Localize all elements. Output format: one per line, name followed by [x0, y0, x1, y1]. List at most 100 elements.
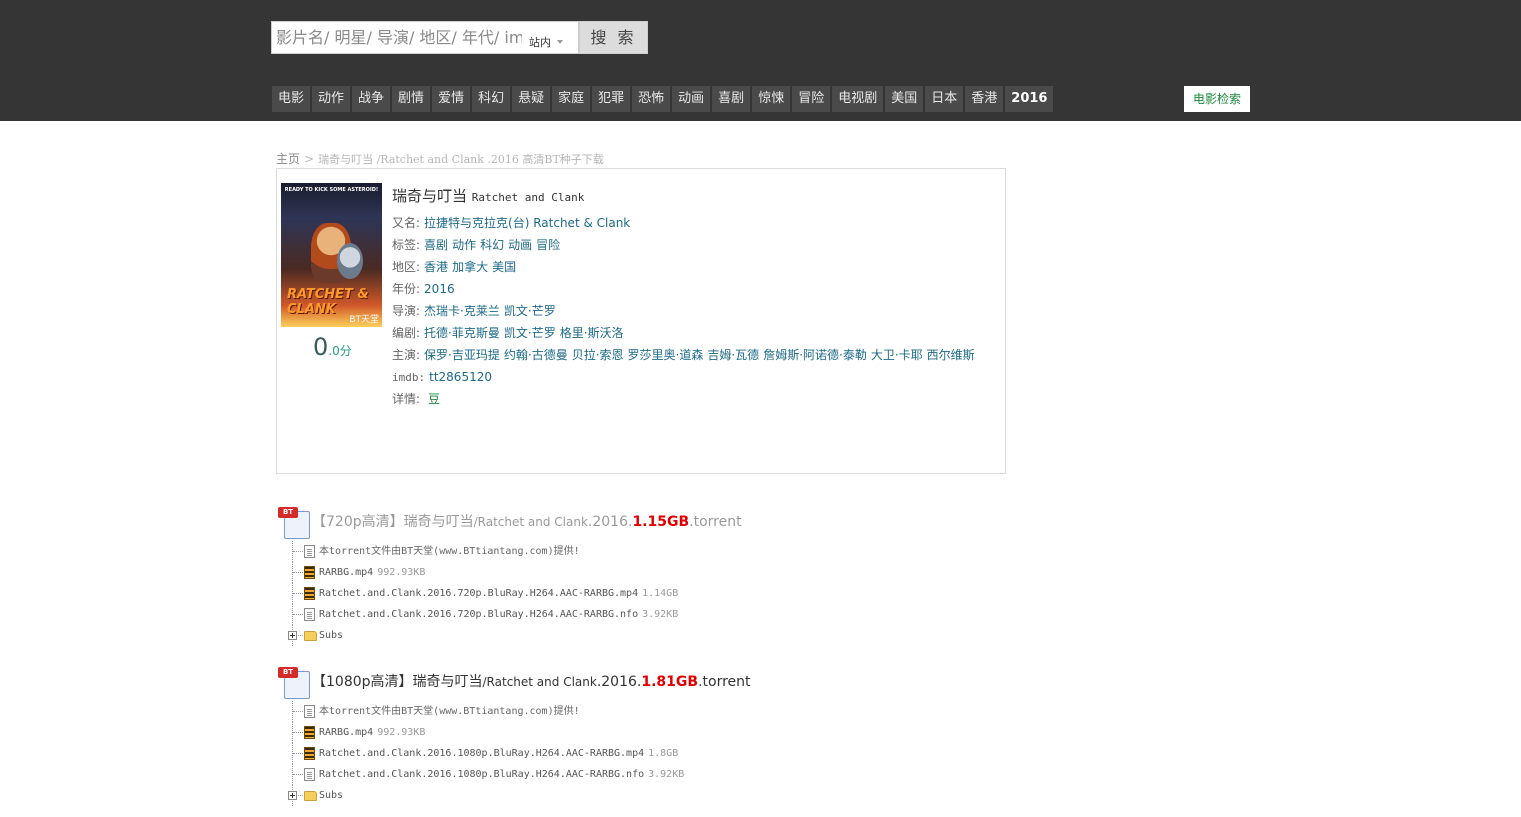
torrent-year: .2016.: [587, 514, 633, 530]
info-value-cast[interactable]: 吉姆·瓦德: [707, 348, 759, 362]
file-row: Ratchet.and.Clank.2016.1080p.BluRay.H264…: [292, 743, 684, 764]
rating: 0.0分: [313, 333, 352, 361]
file-row: Ratchet.and.Clank.2016.720p.BluRay.H264.…: [292, 583, 678, 604]
nav-item-17[interactable]: 香港: [965, 86, 1004, 112]
info-label: 地区:: [392, 260, 421, 274]
info-label: 编剧:: [392, 326, 421, 340]
file-name: RARBG.mp4: [319, 727, 374, 738]
nav-item-4[interactable]: 爱情: [432, 86, 471, 112]
info-value-year[interactable]: 2016: [424, 282, 455, 296]
info-value-director[interactable]: 凯文·芒罗: [504, 304, 556, 318]
info-value-writer[interactable]: 格里·斯沃洛: [560, 326, 624, 340]
tree-connector: [292, 743, 304, 764]
tree-connector: [292, 604, 304, 625]
file-row[interactable]: Subs: [288, 785, 684, 806]
info-row-region: 地区: 香港 加拿大 美国: [392, 256, 979, 278]
torrent-title-link[interactable]: 【1080p高清】瑞奇与叮当/Ratchet and Clank.2016.1.…: [312, 671, 751, 691]
file-row[interactable]: Subs: [288, 625, 678, 646]
info-value-cast[interactable]: 贝拉·索恩: [572, 348, 624, 362]
info-row-tags: 标签: 喜剧 动作 科幻 动画 冒险: [392, 234, 979, 256]
search-scope-select[interactable]: 站内: [529, 34, 563, 50]
film-icon: [304, 747, 315, 760]
tree-connector: [292, 541, 304, 562]
movie-details: 瑞奇与叮当 Ratchet and Clank 又名: 拉捷特与克拉克(台) Ra…: [392, 185, 979, 410]
film-icon: [304, 726, 315, 739]
nav-item-2[interactable]: 战争: [352, 86, 391, 112]
info-value-imdb[interactable]: tt2865120: [429, 370, 492, 384]
tree-connector: [292, 764, 304, 785]
info-value-writer[interactable]: 托德·菲克斯曼: [424, 326, 500, 340]
bt-torrent-icon[interactable]: BT: [278, 507, 310, 539]
expand-plus-icon[interactable]: [288, 791, 297, 800]
info-value-director[interactable]: 杰瑞卡·克莱兰: [424, 304, 500, 318]
poster-robot: [337, 243, 363, 279]
info-value-cast[interactable]: 西尔维斯: [927, 348, 975, 362]
torrent-size: 1.15GB: [632, 514, 690, 530]
nav-item-1[interactable]: 动作: [312, 86, 351, 112]
search-scope-label: 站内: [529, 36, 551, 49]
info-value-tags[interactable]: 冒险: [536, 238, 560, 252]
info-value-region[interactable]: 加拿大: [452, 260, 488, 274]
info-value-tags[interactable]: 动画: [508, 238, 532, 252]
nav-item-16[interactable]: 日本: [925, 86, 964, 112]
file-size: 992.93KB: [377, 567, 426, 578]
torrent-filename: /Ratchet and Clank: [473, 515, 588, 529]
movie-poster[interactable]: READY TO KICK SOME ASTEROID! RATCHET & C…: [281, 183, 382, 327]
nav-item-0[interactable]: 电影: [272, 86, 311, 112]
nav-item-14[interactable]: 电视剧: [832, 86, 884, 112]
info-value-tags[interactable]: 喜剧: [424, 238, 448, 252]
info-value-cast[interactable]: 罗莎里奥·道森: [628, 348, 704, 362]
movie-title: 瑞奇与叮当 Ratchet and Clank: [392, 185, 979, 206]
file-row: 本torrent文件由BT天堂(www.BTtiantang.com)提供!: [292, 541, 678, 562]
file-size: 1.8GB: [648, 748, 679, 759]
document-icon: [304, 545, 315, 558]
file-name: Ratchet.and.Clank.2016.720p.BluRay.H264.…: [319, 609, 639, 620]
info-row-imdb: imdb: tt2865120: [392, 366, 979, 388]
nav-item-3[interactable]: 剧情: [392, 86, 431, 112]
file-name: Ratchet.and.Clank.2016.1080p.BluRay.H264…: [319, 769, 645, 780]
nav-item-13[interactable]: 冒险: [792, 86, 831, 112]
breadcrumb-current: 瑞奇与叮当 /Ratchet and Clank .2016 高清BT种子下载: [318, 153, 604, 166]
document-icon: [304, 768, 315, 781]
movie-info-card: READY TO KICK SOME ASTEROID! RATCHET & C…: [276, 168, 1006, 474]
info-row-year: 年份: 2016: [392, 278, 979, 300]
bt-torrent-icon[interactable]: BT: [278, 667, 310, 699]
info-value-cast[interactable]: 保罗·吉亚玛提: [424, 348, 500, 362]
info-value-alias[interactable]: 拉捷特与克拉克(台) Ratchet & Clank: [424, 216, 630, 230]
info-value-region[interactable]: 美国: [492, 260, 516, 274]
nav-item-10[interactable]: 动画: [672, 86, 711, 112]
info-value-cast[interactable]: 大卫·卡耶: [871, 348, 923, 362]
info-value-writer[interactable]: 凯文·芒罗: [504, 326, 556, 340]
folder-icon: [304, 791, 317, 801]
info-label: imdb:: [392, 371, 426, 384]
nav-item-11[interactable]: 喜剧: [712, 86, 751, 112]
movie-search-link[interactable]: 电影检索: [1184, 86, 1250, 112]
info-label: 导演:: [392, 304, 421, 318]
search-button[interactable]: 搜 索: [579, 21, 648, 54]
info-value-cast[interactable]: 约翰·古德曼: [504, 348, 568, 362]
nav-item-6[interactable]: 悬疑: [512, 86, 551, 112]
info-value-tags[interactable]: 科幻: [480, 238, 504, 252]
nav-item-18[interactable]: 2016: [1005, 86, 1054, 112]
info-value-cast[interactable]: 詹姆斯·阿诺德·泰勒: [763, 348, 867, 362]
breadcrumb-home[interactable]: 主页: [276, 152, 300, 166]
nav-item-12[interactable]: 惊悚: [752, 86, 791, 112]
file-list: 本torrent文件由BT天堂(www.BTtiantang.com)提供! RA…: [288, 701, 684, 806]
douban-link[interactable]: 豆: [428, 392, 440, 406]
poster-watermark: BT天堂: [349, 315, 379, 325]
nav-item-9[interactable]: 恐怖: [632, 86, 671, 112]
nav-item-5[interactable]: 科幻: [472, 86, 511, 112]
torrent-title-link[interactable]: 【720p高清】瑞奇与叮当/Ratchet and Clank.2016.1.1…: [312, 511, 742, 531]
torrent-filename: /Ratchet and Clank: [482, 675, 597, 689]
file-row: RARBG.mp4 992.93KB: [292, 562, 678, 583]
nav-item-7[interactable]: 家庭: [552, 86, 591, 112]
info-value-region[interactable]: 香港: [424, 260, 448, 274]
nav-item-15[interactable]: 美国: [885, 86, 924, 112]
info-value-tags[interactable]: 动作: [452, 238, 476, 252]
folder-icon: [304, 631, 317, 641]
search-input[interactable]: [272, 22, 522, 53]
file-list: 本torrent文件由BT天堂(www.BTtiantang.com)提供! RA…: [288, 541, 678, 646]
nav-item-8[interactable]: 犯罪: [592, 86, 631, 112]
film-icon: [304, 566, 315, 579]
expand-plus-icon[interactable]: [288, 631, 297, 640]
